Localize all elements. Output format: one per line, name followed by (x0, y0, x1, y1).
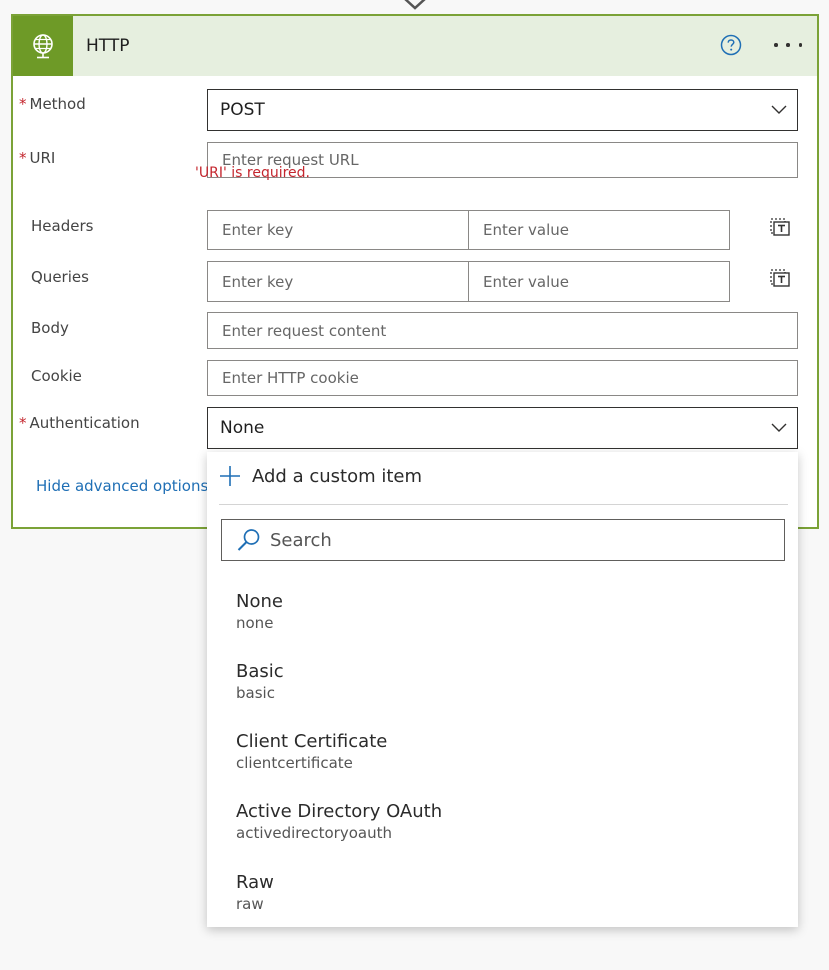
option-basic[interactable]: Basic basic (236, 661, 284, 703)
add-custom-item-button[interactable]: Add a custom item (219, 462, 422, 490)
help-circle-icon[interactable] (720, 34, 742, 56)
option-value: basic (236, 684, 275, 702)
method-label: * Method (19, 95, 86, 113)
option-name: Client Certificate (236, 731, 388, 752)
method-dropdown[interactable]: POST (207, 89, 798, 131)
delete-icon[interactable] (769, 215, 791, 237)
more-ellipsis-icon[interactable] (773, 34, 803, 56)
globe-icon (13, 16, 73, 76)
authentication-dropdown[interactable]: None (207, 407, 798, 449)
headers-key-input[interactable]: Enter key (207, 210, 469, 250)
card-header[interactable]: HTTP (13, 16, 817, 76)
option-value: activedirectoryoauth (236, 824, 392, 842)
search-input[interactable]: Search (221, 519, 785, 561)
search-icon (237, 529, 260, 551)
queries-label: Queries (31, 268, 89, 286)
method-value: POST (220, 100, 265, 120)
chevron-down-icon (771, 105, 787, 114)
option-value: clientcertificate (236, 754, 353, 772)
headers-key-placeholder: Enter key (222, 221, 294, 239)
uri-error-message: 'URI' is required. (195, 165, 310, 181)
cookie-label: Cookie (31, 367, 82, 385)
option-value: none (236, 614, 274, 632)
option-name: None (236, 591, 283, 612)
uri-label: * URI (19, 149, 56, 167)
hide-advanced-options-link[interactable]: Hide advanced options (36, 477, 208, 495)
cookie-placeholder: Enter HTTP cookie (222, 369, 359, 387)
body-input[interactable]: Enter request content (207, 312, 798, 349)
add-custom-item-label: Add a custom item (252, 465, 422, 487)
authentication-value: None (220, 418, 265, 438)
headers-label: Headers (31, 217, 94, 235)
option-name: Raw (236, 872, 274, 893)
authentication-label: * Authentication (19, 414, 140, 432)
option-client-certificate[interactable]: Client Certificate clientcertificate (236, 731, 387, 773)
divider (219, 504, 788, 505)
body-placeholder: Enter request content (222, 321, 387, 340)
headers-value-placeholder: Enter value (483, 221, 570, 239)
card-title: HTTP (86, 36, 130, 56)
plus-icon (220, 466, 240, 486)
queries-value-input[interactable]: Enter value (468, 261, 730, 302)
queries-key-placeholder: Enter key (222, 272, 294, 291)
flow-arrow-icon (404, 0, 426, 10)
option-raw[interactable]: Raw raw (236, 872, 274, 914)
option-value: raw (236, 895, 264, 913)
authentication-options-panel: Add a custom item Search None none Basic… (207, 452, 798, 927)
queries-value-placeholder: Enter value (483, 272, 570, 291)
body-label: Body (31, 319, 69, 337)
cookie-input[interactable]: Enter HTTP cookie (207, 360, 798, 396)
search-placeholder: Search (270, 529, 332, 551)
option-name: Basic (236, 661, 284, 682)
queries-key-input[interactable]: Enter key (207, 261, 469, 302)
option-active-directory-oauth[interactable]: Active Directory OAuth activedirectoryoa… (236, 801, 442, 843)
option-name: Active Directory OAuth (236, 801, 443, 822)
chevron-down-icon (771, 423, 787, 432)
headers-value-input[interactable]: Enter value (468, 210, 730, 250)
delete-icon[interactable] (769, 266, 791, 288)
option-none[interactable]: None none (236, 591, 283, 633)
